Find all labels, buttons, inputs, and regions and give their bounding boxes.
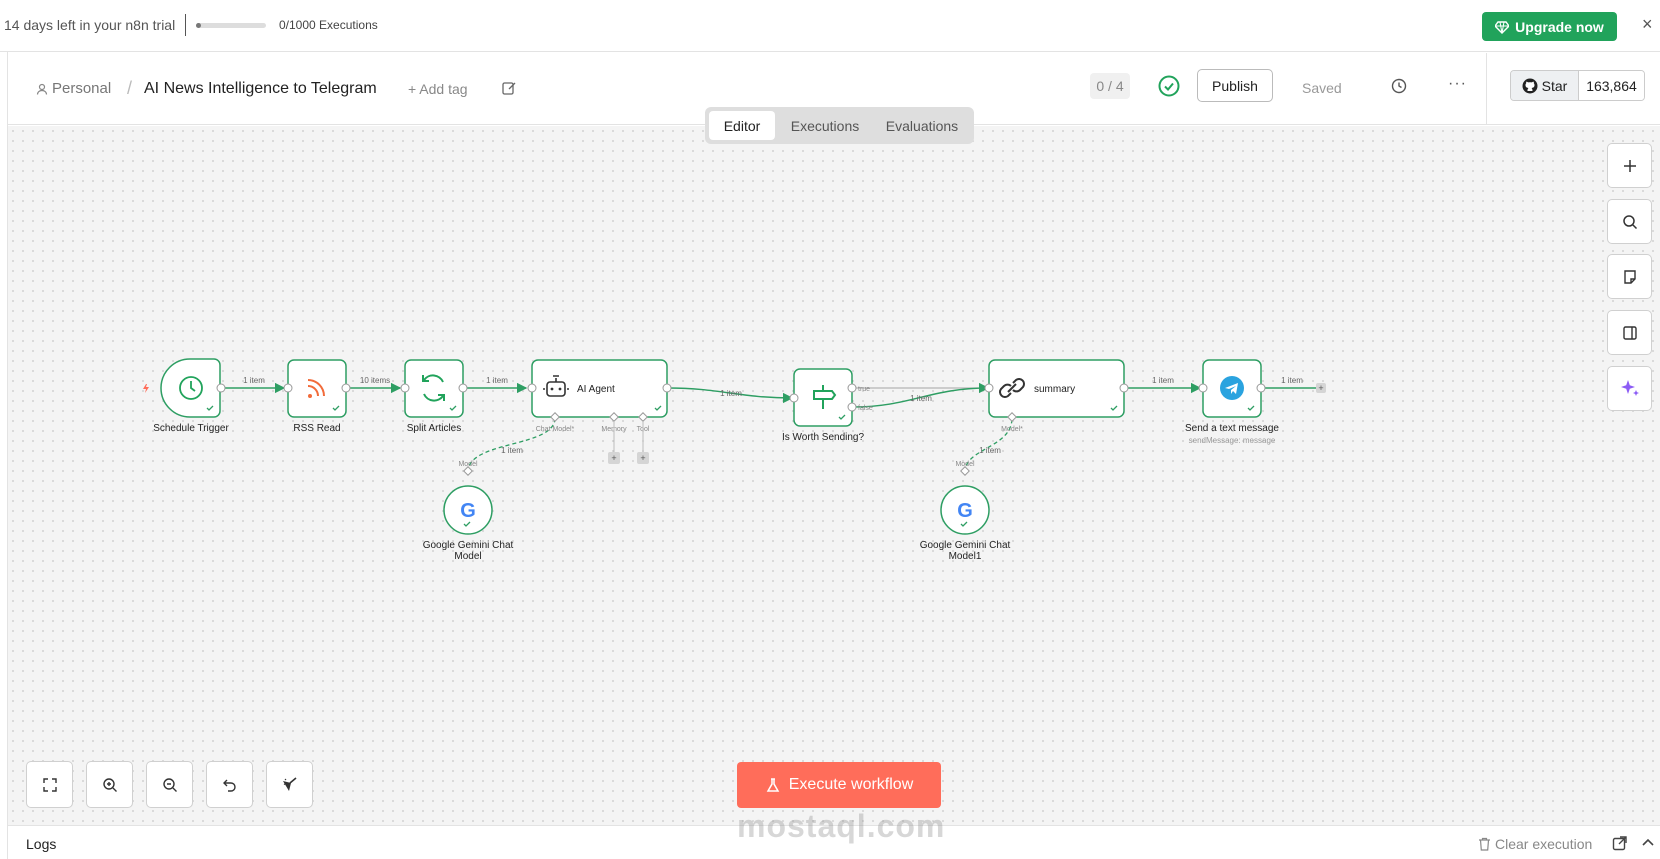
panel-icon — [1622, 325, 1637, 340]
user-icon — [36, 83, 48, 95]
workflow-canvas[interactable] — [8, 126, 1660, 825]
node-label: Google Gemini Chat — [920, 540, 1011, 551]
undo-button[interactable] — [206, 761, 253, 808]
connection-label: 1 item — [910, 394, 932, 403]
add-node-button[interactable] — [1607, 143, 1652, 188]
node-subtitle: sendMessage: message — [1189, 436, 1276, 445]
breadcrumb-personal[interactable]: Personal — [52, 80, 111, 97]
zoom-in-button[interactable] — [86, 761, 133, 808]
node-label: summary — [1034, 384, 1075, 395]
sparkle-icon — [1620, 379, 1639, 396]
trash-icon — [1479, 837, 1490, 851]
output-label-true: true — [858, 386, 870, 393]
github-star-widget[interactable]: Star 163,864 — [1510, 70, 1645, 101]
execute-workflow-label: Execute workflow — [788, 776, 914, 793]
node-label: Schedule Trigger — [153, 423, 229, 434]
zoom-in-icon — [102, 777, 117, 792]
node-split-articles[interactable]: Split Articles — [400, 359, 468, 434]
node-label: Model1 — [949, 551, 982, 562]
close-banner-button[interactable]: × — [1642, 14, 1653, 35]
diamond-icon — [1495, 20, 1510, 34]
edit-description-icon[interactable] — [501, 80, 517, 96]
zoom-out-icon — [162, 777, 177, 792]
plus-icon: + — [640, 453, 645, 463]
node-label: Is Worth Sending? — [782, 432, 865, 443]
add-tag-button[interactable]: + Add tag — [408, 81, 468, 97]
tab-editor[interactable]: Editor — [709, 111, 775, 140]
google-icon: G — [460, 500, 476, 522]
github-star-count: 163,864 — [1579, 71, 1644, 100]
executions-progress-fill — [196, 23, 201, 28]
node-rss-read[interactable]: RSS Read — [283, 359, 351, 434]
tab-executions[interactable]: Executions — [783, 111, 867, 140]
view-tabs: Editor Executions Evaluations — [705, 107, 974, 144]
connection-label: 1 item — [979, 446, 1001, 455]
node-label: RSS Read — [293, 423, 340, 434]
clear-execution-label: Clear execution — [1495, 836, 1593, 852]
trial-divider — [185, 14, 186, 36]
toggle-panel-button[interactable] — [1607, 310, 1652, 355]
node-label: Send a text message — [1185, 423, 1279, 434]
search-nodes-button[interactable] — [1607, 199, 1652, 244]
watermark: mostaql.com — [737, 808, 946, 844]
upgrade-now-button[interactable]: Upgrade now — [1482, 12, 1617, 41]
plus-icon — [1623, 159, 1636, 172]
fit-view-button[interactable] — [26, 761, 73, 808]
connection-label: 1 item — [486, 376, 508, 385]
workflow-counter: 0 / 4 — [1090, 73, 1130, 99]
check-circle-icon — [1158, 75, 1180, 97]
port-label-model: Model — [955, 461, 975, 468]
github-star-button[interactable]: Star — [1511, 71, 1579, 100]
plus-icon: + — [611, 453, 616, 463]
execute-workflow-button[interactable]: Execute workflow — [737, 762, 941, 808]
left-rail — [0, 52, 8, 859]
search-icon — [1622, 214, 1637, 229]
fit-view-icon — [42, 777, 57, 792]
history-icon[interactable] — [1391, 78, 1407, 94]
zoom-out-button[interactable] — [146, 761, 193, 808]
port-label-chat-model: Chat Model* — [536, 426, 575, 433]
sticky-note-icon — [1623, 269, 1636, 284]
telegram-icon — [1220, 376, 1244, 400]
clear-execution-button[interactable]: Clear execution — [1478, 836, 1592, 852]
connection-label: 1 item — [1281, 376, 1303, 385]
upgrade-now-label: Upgrade now — [1515, 18, 1604, 35]
tab-evaluations[interactable]: Evaluations — [875, 111, 969, 140]
connection-label: 1 item — [1152, 376, 1174, 385]
more-options-icon[interactable]: ··· — [1448, 75, 1467, 93]
tidy-up-button[interactable] — [266, 761, 313, 808]
output-label-false: false — [858, 405, 873, 412]
executions-progress-bar — [196, 23, 266, 28]
undo-icon — [222, 779, 236, 792]
connection-label: 1 item — [501, 446, 523, 455]
workflow-title[interactable]: AI News Intelligence to Telegram — [144, 80, 377, 98]
trial-banner: 14 days left in your n8n trial 0/1000 Ex… — [0, 0, 1660, 52]
executions-count: 0/1000 Executions — [279, 18, 378, 32]
github-star-label: Star — [1541, 77, 1568, 94]
node-label: Split Articles — [407, 423, 461, 434]
node-label: Google Gemini Chat — [423, 540, 514, 551]
logs-label[interactable]: Logs — [26, 836, 56, 852]
publish-button[interactable]: Publish — [1197, 69, 1273, 102]
pop-out-icon[interactable] — [1612, 835, 1628, 851]
port-label-model: Model* — [1001, 426, 1023, 433]
saved-status: Saved — [1302, 80, 1342, 96]
node-label: Model — [454, 551, 481, 562]
chevron-up-icon[interactable] — [1640, 835, 1656, 851]
header-divider — [1486, 53, 1487, 125]
trial-text: 14 days left in your n8n trial — [4, 17, 176, 33]
node-label: AI Agent — [577, 384, 615, 395]
github-icon — [1522, 78, 1538, 93]
port-label-model: Model — [458, 461, 478, 468]
connection-label: 10 items — [360, 376, 390, 385]
ai-assistant-button[interactable] — [1607, 366, 1652, 411]
plus-icon: + — [1318, 383, 1323, 393]
add-sticky-note-button[interactable] — [1607, 254, 1652, 299]
flask-icon — [766, 778, 780, 792]
google-icon: G — [957, 500, 973, 522]
connection-label: 1 item — [720, 389, 742, 398]
connection-label: 1 item — [243, 376, 265, 385]
broom-icon — [282, 776, 297, 791]
breadcrumb-separator: / — [127, 78, 133, 98]
